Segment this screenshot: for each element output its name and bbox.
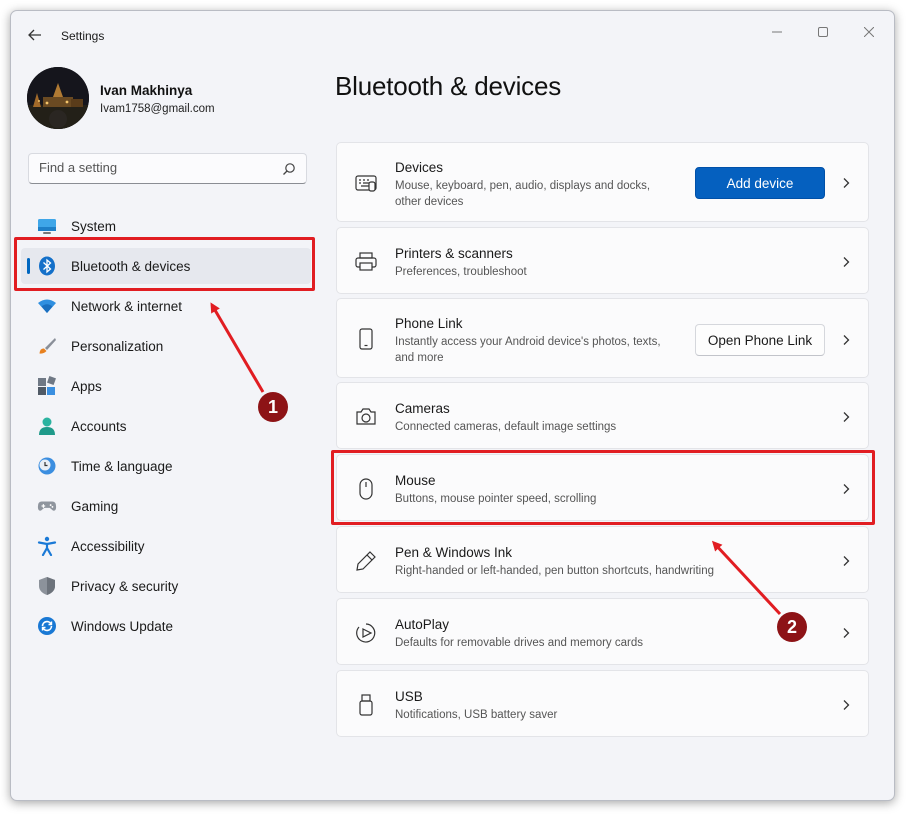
wifi-icon <box>37 296 57 316</box>
monitor-icon <box>37 216 57 236</box>
bluetooth-icon <box>37 256 57 276</box>
back-arrow-icon <box>28 29 41 41</box>
camera-icon <box>354 405 378 429</box>
minimize-button[interactable] <box>755 17 799 47</box>
chevron-right-icon <box>843 257 850 267</box>
back-button[interactable] <box>23 23 47 47</box>
card-mouse[interactable]: Mouse Buttons, mouse pointer speed, scro… <box>336 454 869 521</box>
page-title: Bluetooth & devices <box>335 71 562 101</box>
sidebar-item-gaming[interactable]: Gaming <box>21 488 311 524</box>
card-description: Instantly access your Android device's p… <box>395 336 661 364</box>
search-icon[interactable] <box>282 162 296 176</box>
sidebar-item-label: Accessibility <box>71 539 145 554</box>
search-box[interactable] <box>28 153 307 184</box>
card-title: Pen & Windows Ink <box>395 545 513 560</box>
sidebar-item-label: System <box>71 219 117 234</box>
card-title: USB <box>395 689 423 704</box>
sidebar-item-label: Privacy & security <box>71 579 179 594</box>
card-description: Buttons, mouse pointer speed, scrolling <box>395 493 597 505</box>
user-name: Ivan Makhinya <box>100 83 193 98</box>
card-description: Mouse, keyboard, pen, audio, displays an… <box>395 180 651 208</box>
card-cameras[interactable]: Cameras Connected cameras, default image… <box>336 382 869 449</box>
card-title: AutoPlay <box>395 617 450 632</box>
card-printers-scanners[interactable]: Printers & scanners Preferences, trouble… <box>336 227 869 294</box>
user-profile[interactable]: Ivan Makhinya Ivam1758@gmail.com <box>27 67 307 129</box>
card-description: Defaults for removable drives and memory… <box>395 637 643 649</box>
card-description: Preferences, troubleshoot <box>395 266 527 278</box>
printer-icon <box>354 250 378 274</box>
title-bar: Settings <box>11 11 894 57</box>
open-phone-link-button[interactable]: Open Phone Link <box>695 324 825 356</box>
sidebar-item-label: Accounts <box>71 419 127 434</box>
sidebar-item-personalization[interactable]: Personalization <box>21 328 311 364</box>
card-pen-windows-ink[interactable]: Pen & Windows Ink Right-handed or left-h… <box>336 526 869 593</box>
app-title: Settings <box>61 29 105 43</box>
sidebar-item-label: Time & language <box>71 459 173 474</box>
chevron-right-icon <box>843 412 850 422</box>
active-indicator <box>27 258 30 274</box>
card-description: Right-handed or left-handed, pen button … <box>395 565 715 577</box>
shield-icon <box>37 576 57 596</box>
chevron-right-icon <box>843 700 850 710</box>
card-title: Cameras <box>395 401 450 416</box>
card-description: Notifications, USB battery saver <box>395 709 558 721</box>
annotation-badge-2: 2 <box>777 612 807 642</box>
update-icon <box>37 616 57 636</box>
autoplay-icon <box>354 621 378 645</box>
sidebar-item-network-internet[interactable]: Network & internet <box>21 288 311 324</box>
mouse-icon <box>354 477 378 501</box>
annotation-badge-1: 1 <box>258 392 288 422</box>
sidebar-item-label: Bluetooth & devices <box>71 259 191 274</box>
devices-icon <box>354 171 378 195</box>
avatar <box>27 67 89 129</box>
card-phone-link[interactable]: Phone Link Instantly access your Android… <box>336 298 869 378</box>
chevron-right-icon <box>843 556 850 566</box>
card-title: Phone Link <box>395 316 463 331</box>
sidebar-item-accessibility[interactable]: Accessibility <box>21 528 311 564</box>
sidebar-item-time-language[interactable]: Time & language <box>21 448 311 484</box>
card-description: Connected cameras, default image setting… <box>395 421 617 433</box>
sidebar-item-bluetooth-devices[interactable]: Bluetooth & devices <box>21 248 311 284</box>
phone-icon <box>354 327 378 351</box>
card-devices[interactable]: Devices Mouse, keyboard, pen, audio, dis… <box>336 142 869 222</box>
person-icon <box>37 416 57 436</box>
sidebar-item-label: Windows Update <box>71 619 174 634</box>
sidebar-item-label: Gaming <box>71 499 119 514</box>
close-button[interactable] <box>847 17 891 47</box>
brush-icon <box>37 336 57 356</box>
pen-icon <box>354 549 378 573</box>
chevron-right-icon <box>843 178 850 188</box>
card-title: Printers & scanners <box>395 246 513 261</box>
maximize-icon <box>818 27 828 37</box>
maximize-button[interactable] <box>801 17 845 47</box>
sidebar-item-label: Apps <box>71 379 102 394</box>
settings-window: Settings Ivan Makhinya Ivam1758@gmail.co… <box>10 10 895 801</box>
close-icon <box>864 27 874 37</box>
sidebar-item-privacy-security[interactable]: Privacy & security <box>21 568 311 604</box>
card-usb[interactable]: USB Notifications, USB battery saver <box>336 670 869 737</box>
accessibility-icon <box>37 536 57 556</box>
sidebar-item-windows-update[interactable]: Windows Update <box>21 608 311 644</box>
chevron-right-icon <box>843 628 850 638</box>
sidebar-item-system[interactable]: System <box>21 208 311 244</box>
minimize-icon <box>772 31 782 33</box>
sidebar-nav: System Bluetooth & devices Network & int… <box>21 208 311 648</box>
sidebar-item-label: Network & internet <box>71 299 183 314</box>
chevron-right-icon <box>843 335 850 345</box>
apps-icon <box>37 376 57 396</box>
gamepad-icon <box>37 496 57 516</box>
clock-globe-icon <box>37 456 57 476</box>
usb-icon <box>354 693 378 717</box>
add-device-button[interactable]: Add device <box>695 167 825 199</box>
search-input[interactable] <box>39 160 269 175</box>
card-title: Devices <box>395 160 444 175</box>
chevron-right-icon <box>843 484 850 494</box>
card-title: Mouse <box>395 473 436 488</box>
user-email: Ivam1758@gmail.com <box>100 103 215 115</box>
sidebar-item-label: Personalization <box>71 339 164 354</box>
